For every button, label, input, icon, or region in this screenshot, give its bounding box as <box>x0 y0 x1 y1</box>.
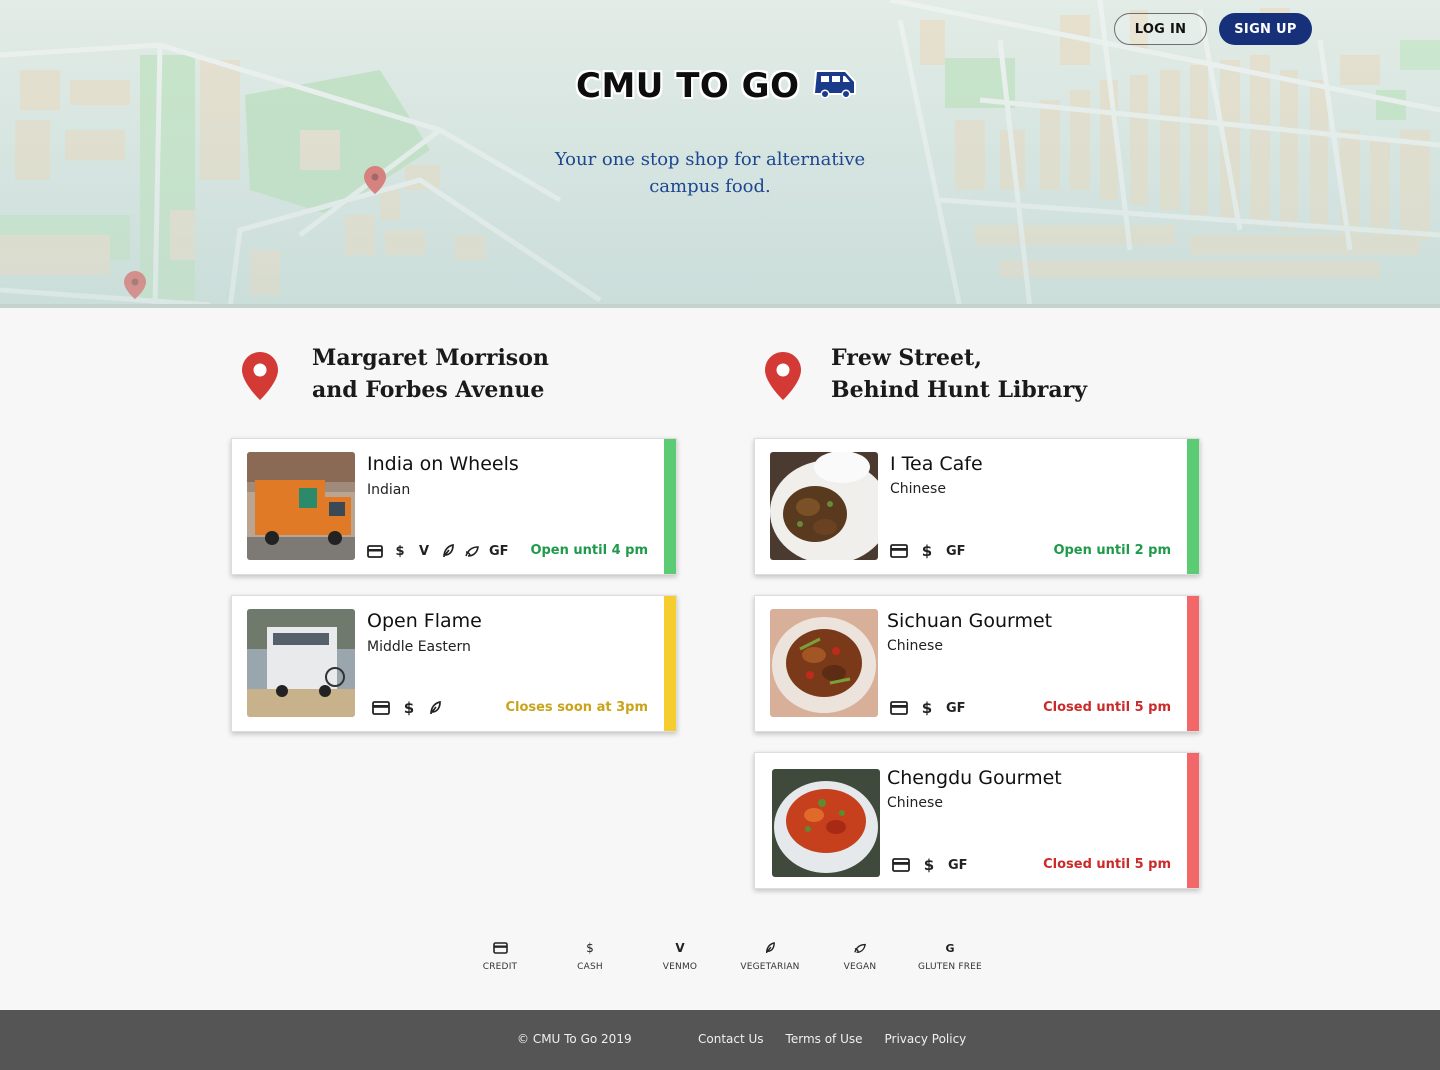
truck-status: Closed until 5 pm <box>1043 700 1171 715</box>
food-truck-card[interactable]: Open Flame Middle Eastern $ Closes soon … <box>231 595 677 732</box>
cash-icon: $ <box>586 941 594 955</box>
food-truck-card[interactable]: Sichuan Gourmet Chinese $ GF Closed unti… <box>754 595 1200 732</box>
truck-cuisine: Middle Eastern <box>367 639 471 655</box>
food-truck-card[interactable]: India on Wheels Indian $ V GF Open until… <box>231 438 677 575</box>
amenity-icons: $ GF <box>890 699 966 717</box>
vegetarian-icon <box>428 699 442 717</box>
amenity-icons: $ <box>372 699 442 717</box>
credit-icon <box>892 856 910 874</box>
auth-buttons: LOG IN SIGN UP <box>1114 13 1312 45</box>
location-header: Margaret Morrison and Forbes Avenue <box>231 342 677 438</box>
gluten-free-icon: GF <box>489 543 509 559</box>
login-button[interactable]: LOG IN <box>1114 13 1207 45</box>
vegetarian-icon <box>763 938 777 958</box>
vegan-icon <box>853 938 867 958</box>
truck-cuisine: Chinese <box>887 795 943 811</box>
credit-icon <box>890 542 908 560</box>
food-photo <box>770 609 878 717</box>
tagline: Your one stop shop for alternative campu… <box>554 149 866 197</box>
status-stripe <box>1187 439 1199 574</box>
legend-item-cash: $ CASH <box>545 938 635 972</box>
location-column-margaret-morrison: Margaret Morrison and Forbes Avenue Indi… <box>231 342 677 752</box>
location-column-frew-street: Frew Street, Behind Hunt Library I Tea C… <box>754 342 1200 909</box>
vegan-icon <box>465 542 479 560</box>
food-truck-photo <box>247 609 355 717</box>
food-truck-photo <box>247 452 355 560</box>
gluten-free-icon: GF <box>948 857 968 873</box>
credit-icon <box>372 699 390 717</box>
truck-status: Open until 2 pm <box>1053 543 1171 558</box>
cash-icon: $ <box>395 543 405 559</box>
credit-icon <box>890 699 908 717</box>
privacy-policy-link[interactable]: Privacy Policy <box>885 1032 967 1046</box>
legend-item-vegetarian: VEGETARIAN <box>725 938 815 972</box>
truck-cuisine: Indian <box>367 482 411 498</box>
legend-item-gluten-free: G GLUTEN FREE <box>905 938 995 973</box>
legend-item-venmo: V VENMO <box>635 938 725 972</box>
logo-text: CMU TO GO <box>576 66 800 106</box>
location-title: Margaret Morrison and Forbes Avenue <box>312 345 549 403</box>
truck-status: Closes soon at 3pm <box>505 700 648 715</box>
status-stripe <box>1187 753 1199 888</box>
truck-name: Sichuan Gourmet <box>887 610 1053 632</box>
legend-item-vegan: VEGAN <box>815 938 905 972</box>
location-pin-icon <box>242 352 278 406</box>
truck-name: India on Wheels <box>367 453 519 475</box>
amenity-icons: $ GF <box>890 542 966 560</box>
status-stripe <box>664 439 676 574</box>
truck-status: Open until 4 pm <box>530 543 648 558</box>
food-photo <box>770 452 878 560</box>
gluten-free-icon: GF <box>946 700 966 716</box>
icon-legend: CREDIT $ CASH V VENMO VEGETARIAN VEGAN G… <box>455 938 995 972</box>
legend-item-credit: CREDIT <box>455 938 545 972</box>
credit-icon <box>492 938 508 958</box>
venmo-icon: V <box>675 941 685 955</box>
credit-icon <box>367 542 383 560</box>
venmo-icon: V <box>418 543 430 559</box>
truck-name: Open Flame <box>367 610 482 632</box>
amenity-icons: $ V GF <box>367 542 509 560</box>
cash-icon: $ <box>921 542 933 560</box>
terms-of-use-link[interactable]: Terms of Use <box>786 1032 863 1046</box>
signup-button[interactable]: SIGN UP <box>1219 13 1312 45</box>
amenity-icons: $ GF <box>892 856 968 874</box>
truck-name: Chengdu Gourmet <box>887 767 1062 789</box>
location-title: Frew Street, Behind Hunt Library <box>831 345 1088 403</box>
food-photo <box>772 769 880 877</box>
cash-icon: $ <box>923 856 935 874</box>
truck-cuisine: Chinese <box>890 481 946 497</box>
copyright-text: © CMU To Go 2019 <box>517 1032 632 1046</box>
hero-map-banner: LOG IN SIGN UP CMU TO GO Your one stop s… <box>0 0 1440 308</box>
location-header: Frew Street, Behind Hunt Library <box>754 342 1200 438</box>
vegetarian-icon <box>441 542 455 560</box>
location-pin-icon <box>765 352 801 406</box>
truck-cuisine: Chinese <box>887 638 943 654</box>
contact-us-link[interactable]: Contact Us <box>698 1032 764 1046</box>
gluten-free-icon: G <box>945 941 955 955</box>
van-icon <box>813 67 859 105</box>
truck-name: I Tea Cafe <box>890 453 983 475</box>
cash-icon: $ <box>921 699 933 717</box>
status-stripe <box>1187 596 1199 731</box>
footer-links: Contact Us Terms of Use Privacy Policy <box>698 1032 966 1046</box>
site-footer: © CMU To Go 2019 Contact Us Terms of Use… <box>0 1010 1440 1070</box>
food-truck-card[interactable]: I Tea Cafe Chinese $ GF Open until 2 pm <box>754 438 1200 575</box>
food-truck-card[interactable]: Chengdu Gourmet Chinese $ GF Closed unti… <box>754 752 1200 889</box>
gluten-free-icon: GF <box>946 543 966 559</box>
cash-icon: $ <box>403 699 415 717</box>
status-stripe <box>664 596 676 731</box>
truck-status: Closed until 5 pm <box>1043 857 1171 872</box>
site-logo[interactable]: CMU TO GO <box>576 66 859 106</box>
